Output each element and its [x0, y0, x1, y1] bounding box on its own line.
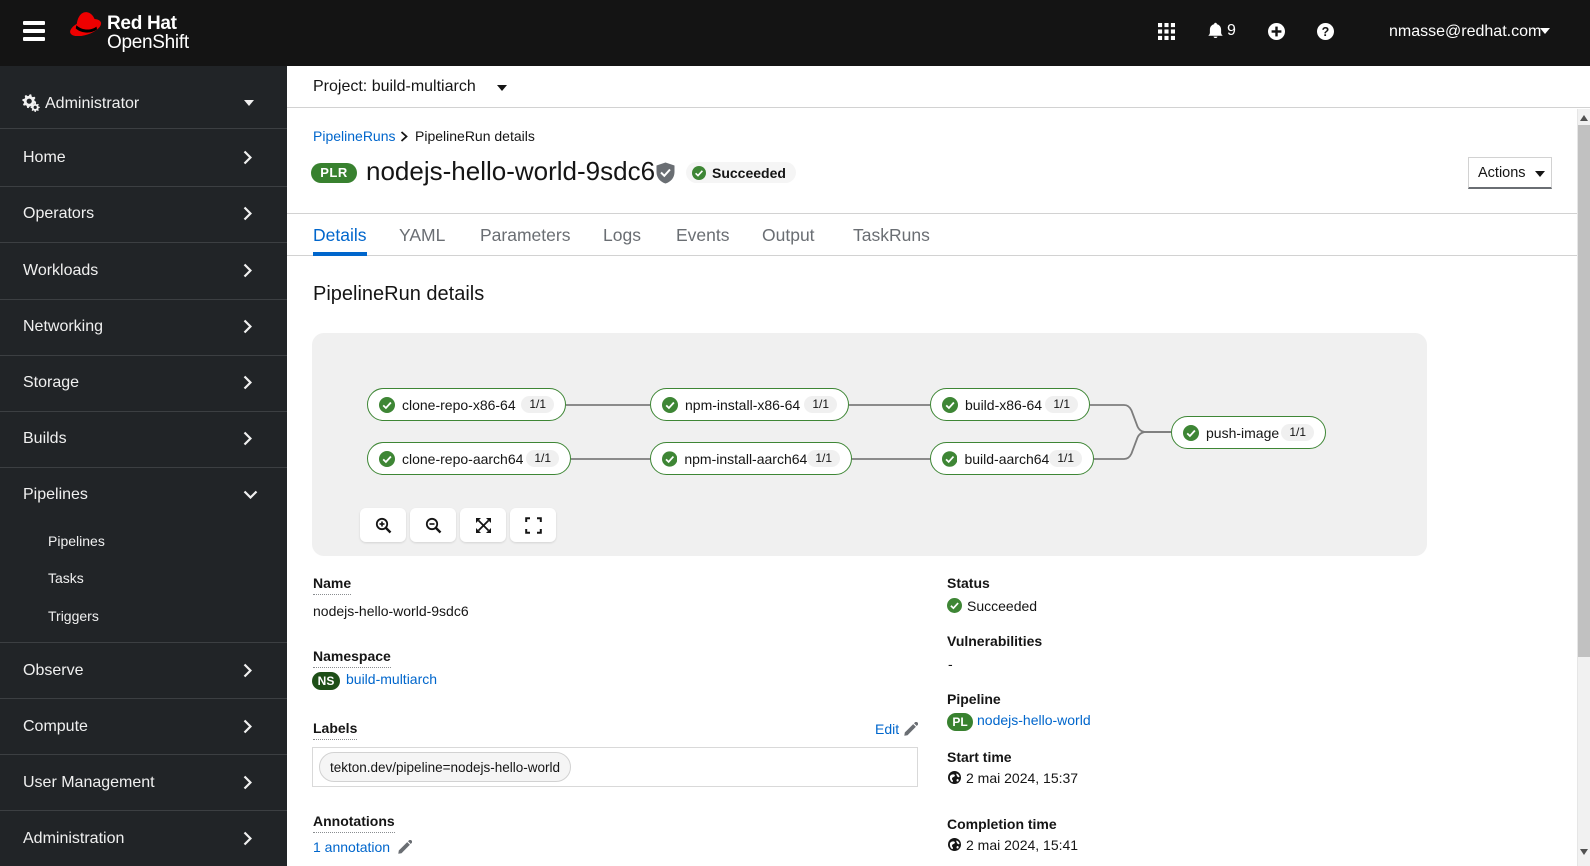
svg-text:?: ? — [1322, 25, 1330, 39]
